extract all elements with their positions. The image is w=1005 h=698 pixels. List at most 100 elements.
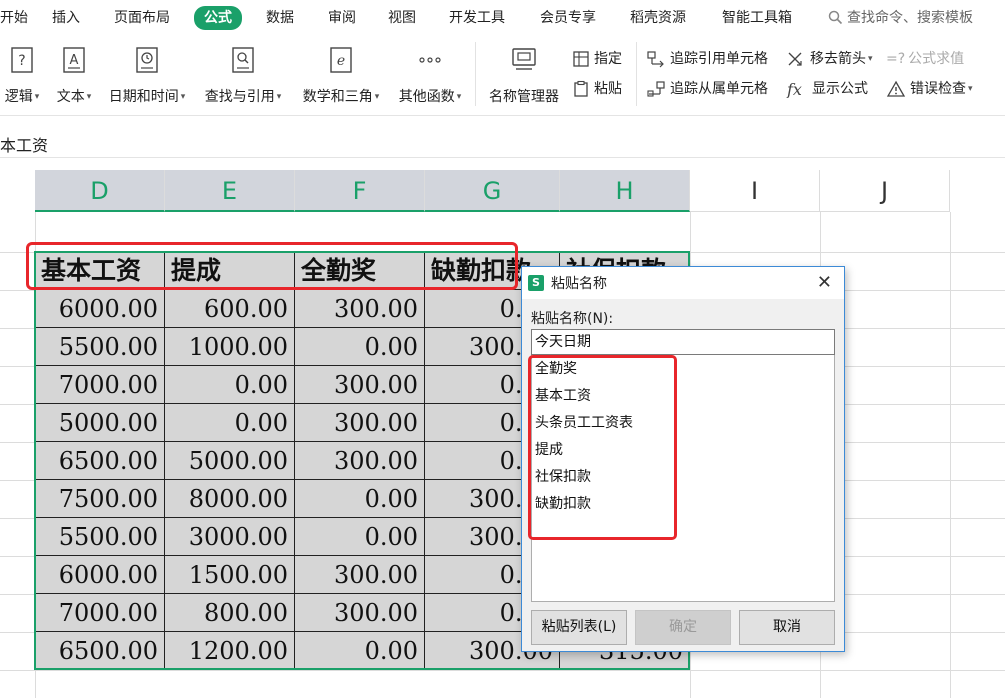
column-header-e[interactable]: E (165, 170, 295, 212)
paste-name-input[interactable]: 今天日期 (531, 329, 835, 355)
paste-icon (574, 80, 588, 97)
table-cell[interactable]: 300.00 (295, 594, 425, 632)
trace-precedents-button[interactable]: 追踪引用单元格 (646, 48, 768, 70)
show-formulas-button[interactable]: fx 显示公式 (786, 78, 868, 100)
tab-docer[interactable]: 稻壳资源 (630, 7, 686, 29)
lookup-functions-button[interactable]: 查找与引用 ▾ (200, 44, 286, 106)
tab-data[interactable]: 数据 (266, 7, 294, 29)
svg-text:fx: fx (786, 80, 802, 98)
app-logo-icon: S (528, 275, 544, 291)
column-header-j[interactable]: J (820, 170, 950, 212)
table-cell[interactable]: 7000.00 (35, 366, 165, 404)
trace-dependents-icon (647, 81, 665, 97)
datetime-functions-button[interactable]: 日期和时间 ▾ (103, 44, 191, 106)
table-cell[interactable]: 0.00 (295, 328, 425, 366)
paste-list-button[interactable]: 粘贴列表(L) (531, 610, 627, 645)
formula-bar-content: 本工资 (0, 136, 49, 155)
name-manager-label: 名称管理器 (489, 89, 559, 105)
table-cell[interactable]: 7000.00 (35, 594, 165, 632)
fx-icon: fx (786, 80, 802, 98)
table-cell[interactable]: 6500.00 (35, 632, 165, 670)
table-cell[interactable]: 1500.00 (165, 556, 295, 594)
table-cell[interactable]: 6000.00 (35, 556, 165, 594)
ribbon-tabs: 开始 插入 页面布局 公式 数据 审阅 视图 开发工具 会员专享 稻壳资源 智能… (0, 0, 1005, 36)
logic-icon: ? (11, 47, 33, 73)
table-cell[interactable]: 300.00 (295, 366, 425, 404)
column-header-d[interactable]: D (35, 170, 165, 212)
clock-icon (136, 47, 158, 73)
worksheet[interactable]: D E F G H I J 基本工资 提成 全勤奖 缺勤扣款 社保扣款 (0, 158, 1005, 698)
column-header-f[interactable]: F (295, 170, 425, 212)
assign-name-button[interactable]: 指定 (572, 48, 622, 70)
table-cell[interactable]: 600.00 (165, 290, 295, 328)
table-cell[interactable]: 300.00 (295, 442, 425, 480)
table-cell[interactable]: 5500.00 (35, 518, 165, 556)
lookup-label: 查找与引用 (204, 89, 275, 105)
table-cell[interactable]: 0.00 (165, 404, 295, 442)
tab-developer[interactable]: 开发工具 (449, 7, 505, 29)
dialog-titlebar: S 粘贴名称 ✕ (522, 267, 844, 299)
table-cell[interactable]: 0.00 (295, 518, 425, 556)
error-check-label: 错误检查 (910, 81, 966, 97)
svg-text:A: A (70, 53, 79, 68)
ok-button[interactable]: 确定 (635, 610, 731, 645)
chevron-down-icon: ▾ (968, 84, 973, 94)
table-cell[interactable]: 5000.00 (35, 404, 165, 442)
tab-page-layout[interactable]: 页面布局 (114, 7, 170, 29)
column-header-g[interactable]: G (425, 170, 560, 212)
table-icon (573, 51, 589, 67)
trace-precedents-icon (647, 51, 664, 68)
table-cell[interactable]: 5000.00 (165, 442, 295, 480)
tab-insert[interactable]: 插入 (52, 7, 80, 29)
trace-dependents-button[interactable]: 追踪从属单元格 (646, 78, 768, 100)
table-cell[interactable]: 0.00 (295, 480, 425, 518)
paste-name-label: 粘贴名称(N): (531, 311, 614, 327)
table-cell[interactable]: 6500.00 (35, 442, 165, 480)
table-cell[interactable]: 0.00 (165, 366, 295, 404)
table-cell[interactable]: 5500.00 (35, 328, 165, 366)
chevron-down-icon: ▾ (276, 92, 282, 102)
evaluate-formula-button[interactable]: =? 公式求值 (886, 48, 964, 70)
chevron-down-icon: ▾ (374, 92, 380, 102)
remove-arrows-button[interactable]: 移去箭头 ▾ (786, 48, 873, 70)
tab-view[interactable]: 视图 (388, 7, 416, 29)
name-manager-button[interactable]: 名称管理器 (485, 44, 563, 106)
table-cell[interactable]: 300.00 (295, 556, 425, 594)
text-functions-button[interactable]: A 文本 ▾ (52, 44, 96, 106)
paste-name-button[interactable]: 粘贴 (572, 78, 622, 100)
table-cell[interactable]: 1200.00 (165, 632, 295, 670)
error-check-button[interactable]: 错误检查 ▾ (886, 78, 973, 100)
close-icon[interactable]: ✕ (817, 272, 832, 293)
table-cell[interactable]: 300.00 (295, 290, 425, 328)
table-cell[interactable]: 800.00 (165, 594, 295, 632)
tab-home[interactable]: 开始 (0, 7, 28, 29)
formula-bar[interactable]: 本工资 (0, 128, 1005, 158)
column-header-h[interactable]: H (560, 170, 690, 212)
cancel-button[interactable]: 取消 (739, 610, 835, 645)
table-cell[interactable]: 0.00 (295, 632, 425, 670)
chevron-down-icon: ▾ (86, 92, 92, 102)
tab-smart-toolbox[interactable]: 智能工具箱 (722, 7, 792, 29)
spreadsheet-app: 开始 插入 页面布局 公式 数据 审阅 视图 开发工具 会员专享 稻壳资源 智能… (0, 0, 1005, 698)
search-icon (828, 10, 843, 25)
eval-formula-label: 公式求值 (908, 51, 965, 67)
column-header-i[interactable]: I (690, 170, 820, 212)
grid-line (950, 212, 951, 698)
other-label: 其他函数 (398, 89, 455, 105)
tab-member[interactable]: 会员专享 (540, 7, 596, 29)
svg-text:e: e (337, 53, 345, 69)
logic-functions-button[interactable]: ? 逻辑 ▾ (0, 44, 44, 106)
table-cell[interactable]: 6000.00 (35, 290, 165, 328)
table-cell[interactable]: 3000.00 (165, 518, 295, 556)
chevron-down-icon: ▾ (34, 92, 40, 102)
command-search[interactable]: 查找命令、搜索模板 (828, 7, 973, 29)
other-functions-button[interactable]: 其他函数 ▾ (393, 44, 467, 106)
tab-review[interactable]: 审阅 (328, 7, 356, 29)
math-functions-button[interactable]: e 数学和三角 ▾ (297, 44, 385, 106)
table-cell[interactable]: 8000.00 (165, 480, 295, 518)
remove-arrows-icon (788, 52, 802, 66)
table-cell[interactable]: 300.00 (295, 404, 425, 442)
table-cell[interactable]: 7500.00 (35, 480, 165, 518)
table-cell[interactable]: 1000.00 (165, 328, 295, 366)
tab-formulas[interactable]: 公式 (194, 6, 242, 30)
